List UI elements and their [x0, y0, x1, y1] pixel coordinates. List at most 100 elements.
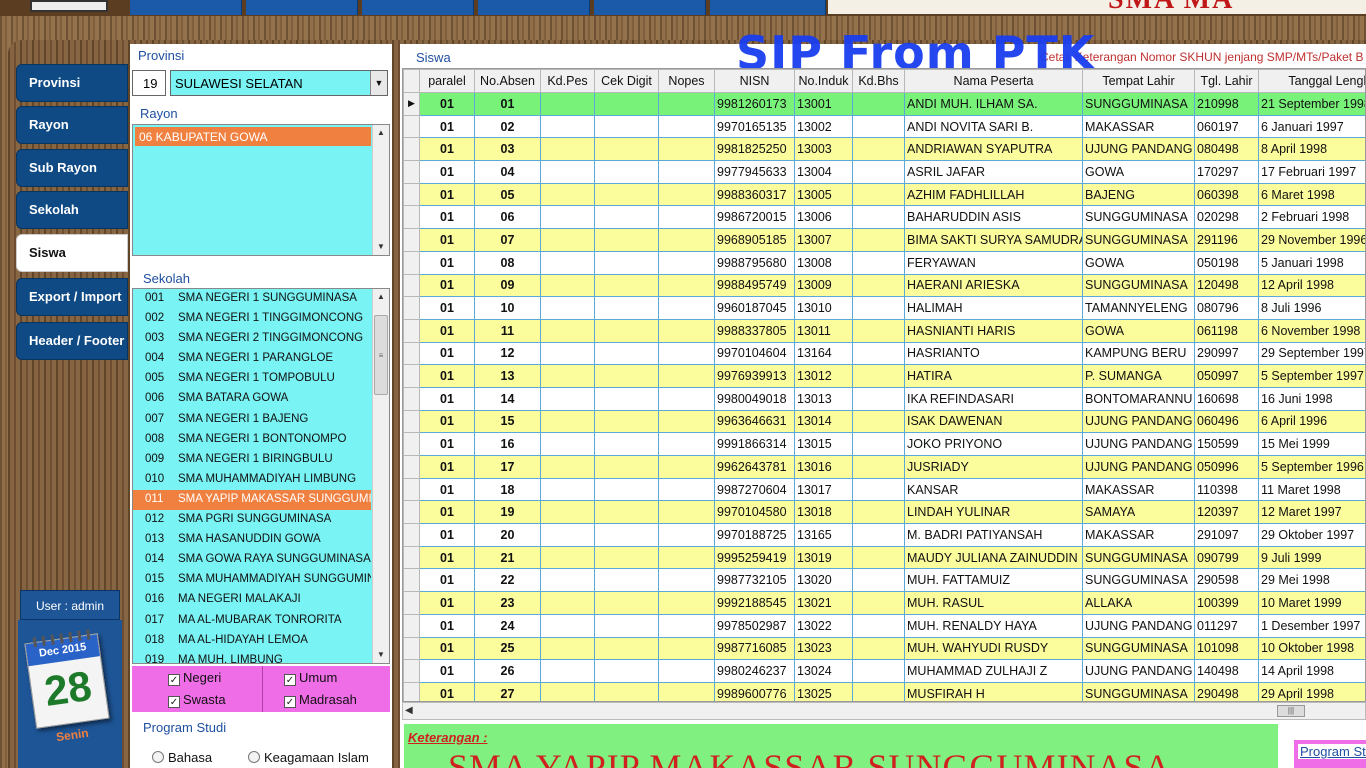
row-indicator[interactable]: [403, 228, 420, 252]
row-indicator[interactable]: [403, 114, 420, 139]
row-indicator[interactable]: [403, 477, 420, 502]
table-cell[interactable]: 5 September 1996: [1258, 455, 1365, 479]
table-cell[interactable]: 01: [419, 409, 475, 434]
table-cell[interactable]: 13015: [794, 432, 853, 456]
table-row[interactable]: 01 11 9988337805 13011 HASNIANTI HARIS GOWA 06…: [403, 318, 1365, 343]
table-cell[interactable]: BIMA SAKTI SURYA SAMUDRA: [904, 228, 1083, 252]
table-cell[interactable]: 291196: [1194, 228, 1259, 252]
table-cell[interactable]: SUNGGUMINASA: [1082, 681, 1195, 701]
table-cell[interactable]: 14 April 1998: [1258, 659, 1365, 683]
sekolah-list-item[interactable]: 013 SMA HASANUDDIN GOWA: [133, 530, 371, 550]
table-row[interactable]: 01 04 9977945633 13004 ASRIL JAFAR GOWA 170297…: [403, 160, 1365, 184]
table-cell[interactable]: 13003: [794, 137, 853, 162]
checkbox-checked-icon[interactable]: ✓: [284, 696, 296, 708]
table-cell[interactable]: 13007: [794, 228, 853, 252]
table-cell[interactable]: 13: [474, 364, 541, 388]
table-cell[interactable]: 02: [474, 114, 541, 139]
table-cell[interactable]: [658, 205, 715, 230]
table-cell[interactable]: 5 Januari 1998: [1258, 250, 1365, 275]
table-cell[interactable]: 150599: [1194, 432, 1259, 456]
table-cell[interactable]: [594, 364, 659, 388]
table-cell[interactable]: 1 Desember 1997: [1258, 613, 1365, 638]
table-cell[interactable]: [658, 545, 715, 570]
table-cell[interactable]: 21: [474, 545, 541, 570]
table-row[interactable]: 01 18 9987270604 13017 KANSAR MAKASSAR 110398 1…: [403, 477, 1365, 502]
checkbox-checked-icon[interactable]: ✓: [168, 696, 180, 708]
table-cell[interactable]: MAKASSAR: [1082, 477, 1195, 502]
table-cell[interactable]: 050996: [1194, 455, 1259, 479]
table-cell[interactable]: 09: [474, 273, 541, 298]
table-cell[interactable]: 9 Juli 1999: [1258, 545, 1365, 570]
table-cell[interactable]: 9970104580: [714, 500, 795, 525]
table-cell[interactable]: 13022: [794, 613, 853, 638]
table-cell[interactable]: 13002: [794, 114, 853, 139]
table-cell[interactable]: 9978502987: [714, 613, 795, 638]
table-cell[interactable]: [852, 568, 905, 593]
table-row[interactable]: 01 22 9987732105 13020 MUH. FATTAMUIZ SUNGGUM…: [403, 568, 1365, 593]
column-header[interactable]: paralel: [419, 69, 475, 93]
table-cell[interactable]: 12 April 1998: [1258, 273, 1365, 298]
row-indicator[interactable]: [403, 364, 420, 388]
table-cell[interactable]: [594, 591, 659, 615]
table-cell[interactable]: [658, 409, 715, 434]
table-cell[interactable]: [540, 250, 595, 275]
row-indicator[interactable]: [403, 523, 420, 547]
sidebar-item-provinsi[interactable]: Provinsi: [16, 64, 128, 102]
toolbar-button-2[interactable]: [246, 0, 358, 15]
table-cell[interactable]: IKA REFINDASARI: [904, 386, 1083, 411]
table-cell[interactable]: [540, 568, 595, 593]
table-cell[interactable]: [658, 137, 715, 162]
table-cell[interactable]: BAJENG: [1082, 182, 1195, 207]
table-cell[interactable]: 01: [419, 273, 475, 298]
table-cell[interactable]: M. BADRI PATIYANSAH: [904, 523, 1083, 547]
table-cell[interactable]: BAHARUDDIN ASIS: [904, 205, 1083, 230]
table-cell[interactable]: BONTOMARANNU: [1082, 386, 1195, 411]
sekolah-list-item[interactable]: 001 SMA NEGERI 1 SUNGGUMINASA: [133, 289, 371, 309]
table-cell[interactable]: 13024: [794, 659, 853, 683]
table-cell[interactable]: 9989600776: [714, 681, 795, 701]
table-cell[interactable]: [658, 296, 715, 320]
table-cell[interactable]: 06: [474, 205, 541, 230]
table-cell[interactable]: 01: [419, 455, 475, 479]
table-row[interactable]: 01 20 9970188725 13165 M. BADRI PATIYANSAH MA…: [403, 523, 1365, 547]
row-indicator[interactable]: [403, 455, 420, 479]
table-cell[interactable]: 18: [474, 477, 541, 502]
table-cell[interactable]: 6 November 1998: [1258, 318, 1365, 343]
sekolah-list-item[interactable]: 006 SMA BATARA GOWA: [133, 389, 371, 409]
sekolah-list-item[interactable]: 003 SMA NEGERI 2 TINGGIMONCONG: [133, 329, 371, 349]
column-header[interactable]: Kd.Pes: [540, 69, 595, 93]
table-cell[interactable]: 01: [419, 545, 475, 570]
column-header[interactable]: Kd.Bhs: [852, 69, 905, 93]
table-cell[interactable]: [852, 432, 905, 456]
table-cell[interactable]: [540, 681, 595, 701]
scroll-thumb[interactable]: ≡: [374, 315, 388, 395]
table-cell[interactable]: [658, 92, 715, 116]
table-row[interactable]: 01 24 9978502987 13022 MUH. RENALDY HAYA UJUN…: [403, 613, 1365, 638]
column-header[interactable]: Cek Digit: [594, 69, 659, 93]
table-cell[interactable]: ASRIL JAFAR: [904, 160, 1083, 184]
table-row[interactable]: 01 13 9976939913 13012 HATIRA P. SUMANGA 05099…: [403, 364, 1365, 388]
table-row[interactable]: 01 25 9987716085 13023 MUH. WAHYUDI RUSDY SUN…: [403, 636, 1365, 661]
table-cell[interactable]: [540, 477, 595, 502]
table-cell[interactable]: 011297: [1194, 613, 1259, 638]
table-cell[interactable]: [540, 500, 595, 525]
sekolah-list-item[interactable]: 005 SMA NEGERI 1 TOMPOBULU: [133, 369, 371, 389]
table-cell[interactable]: [594, 273, 659, 298]
table-cell[interactable]: 9970165135: [714, 114, 795, 139]
table-cell[interactable]: 10 Maret 1999: [1258, 591, 1365, 615]
table-cell[interactable]: 290997: [1194, 341, 1259, 366]
table-cell[interactable]: UJUNG PANDANG: [1082, 659, 1195, 683]
table-cell[interactable]: [658, 228, 715, 252]
row-indicator[interactable]: [403, 681, 420, 701]
table-cell[interactable]: [594, 568, 659, 593]
table-cell[interactable]: 290498: [1194, 681, 1259, 701]
table-cell[interactable]: HAERANI ARIESKA: [904, 273, 1083, 298]
row-indicator[interactable]: [403, 613, 420, 638]
table-cell[interactable]: [540, 182, 595, 207]
checkbox-checked-icon[interactable]: ✓: [168, 674, 180, 686]
table-cell[interactable]: [540, 364, 595, 388]
table-cell[interactable]: 15 Mei 1999: [1258, 432, 1365, 456]
column-header[interactable]: No.Induk: [794, 69, 853, 93]
table-row[interactable]: 01 23 9992188545 13021 MUH. RASUL ALLAKA 10039…: [403, 591, 1365, 615]
table-cell[interactable]: 120397: [1194, 500, 1259, 525]
